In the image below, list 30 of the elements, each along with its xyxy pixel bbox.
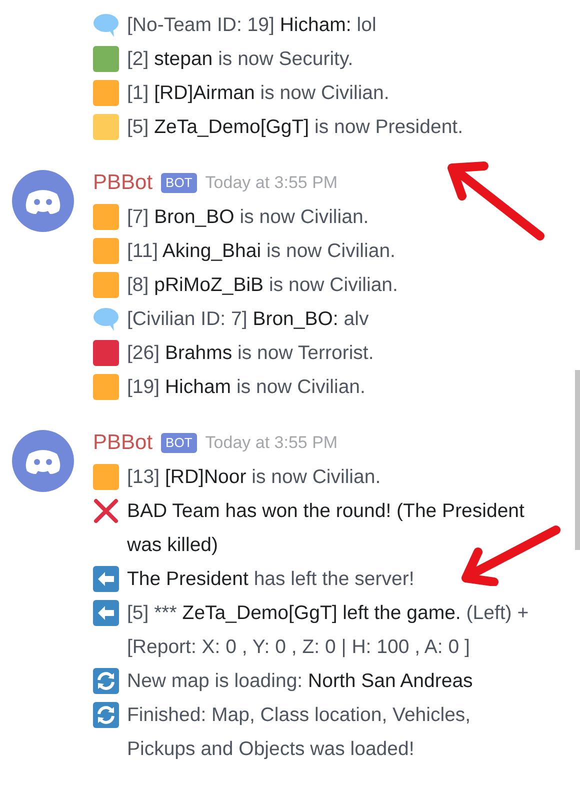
- message-text: [No-Team ID: 19] Hicham: lol: [127, 13, 378, 38]
- message-text: [5] ZeTa_Demo[GgT] is now President.: [127, 115, 464, 140]
- message-text: [26] Brahms is now Terrorist.: [127, 341, 375, 366]
- speech-bubble-icon: [93, 306, 119, 332]
- cross-icon: [93, 498, 119, 524]
- avatar-icon[interactable]: [12, 170, 74, 232]
- avatar-icon[interactable]: [12, 430, 74, 492]
- message-text: [5] *** ZeTa_Demo[GgT] left the game. (Left) + [Report: X: 0 , Y: 0 , Z: 0 | H: 100 , A: 0 ]: [127, 601, 530, 660]
- message-text: [13] [RD]Noor is now Civilian.: [127, 465, 382, 490]
- timestamp: Today at 3:55 PM: [205, 172, 338, 194]
- message-text: [7] Bron_BO is now Civilian.: [127, 205, 370, 230]
- refresh-icon: [93, 702, 119, 728]
- author-name[interactable]: PBBot: [93, 167, 153, 199]
- bot-tag: BOT: [160, 173, 198, 193]
- message-text: [11] Aking_Bhai is now Civilian.: [127, 239, 396, 264]
- bot-tag: BOT: [160, 433, 198, 453]
- message-text: [1] [RD]Airman is now Civilian.: [127, 81, 390, 106]
- message-text: [8] pRiMoZ_BiB is now Civilian.: [127, 273, 399, 298]
- refresh-icon: [93, 668, 119, 694]
- message-text: [19] Hicham is now Civilian.: [127, 375, 366, 400]
- message-text: [Civilian ID: 7] Bron_BO: alv: [127, 307, 370, 332]
- scrollbar[interactable]: [575, 370, 580, 550]
- speech-bubble-icon: [93, 12, 119, 38]
- message-text: The President has left the server!: [127, 567, 416, 592]
- author-name[interactable]: PBBot: [93, 427, 153, 459]
- message-text: [2] stepan is now Security.: [127, 47, 354, 72]
- message-text: Finished: Map, Class location, Vehicles, Pickups and Objects was loaded!: [127, 703, 472, 762]
- message-text: New map is loading: North San Andreas: [127, 669, 474, 694]
- message-text: BAD Team has won the round! (The President was killed): [127, 499, 526, 558]
- timestamp: Today at 3:55 PM: [205, 432, 338, 454]
